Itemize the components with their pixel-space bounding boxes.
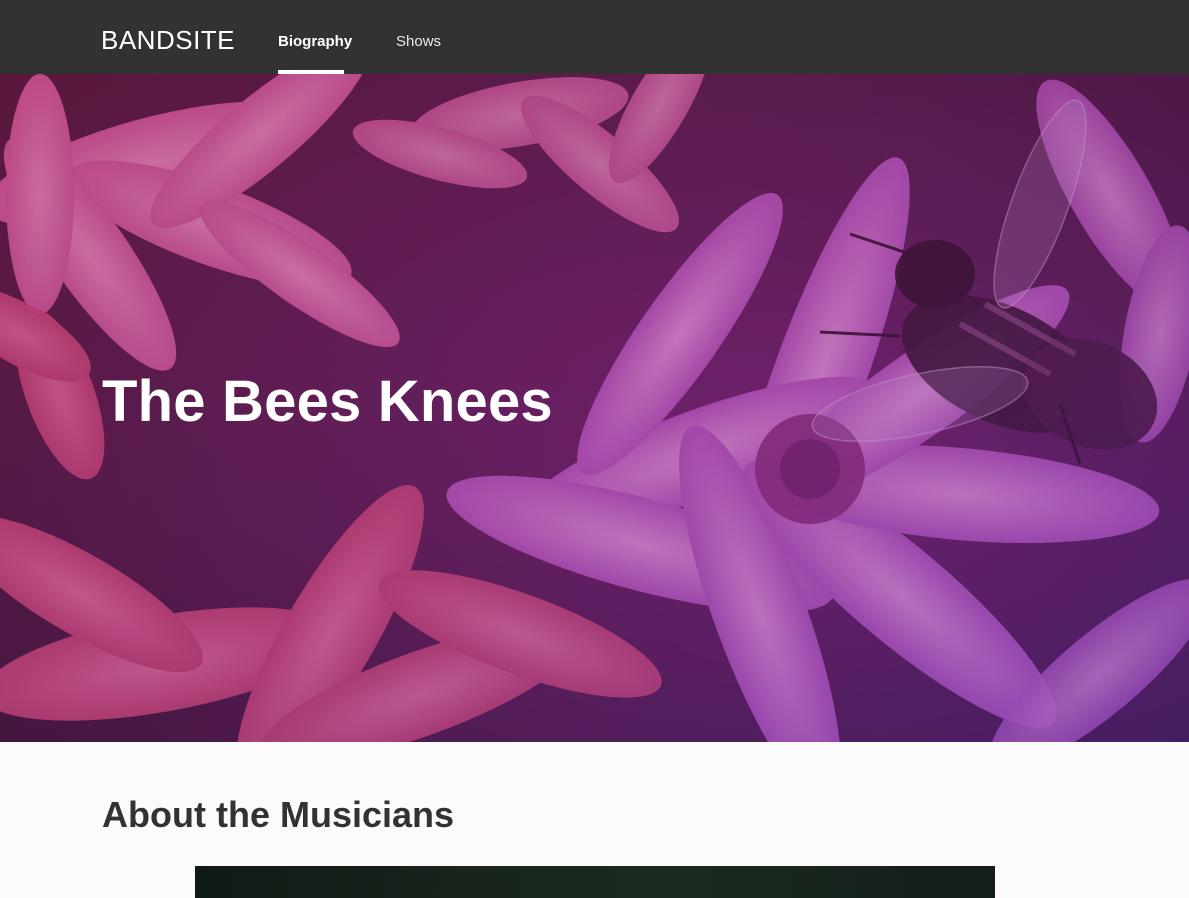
nav-link-biography[interactable]: Biography: [278, 32, 352, 52]
band-photo: [195, 866, 995, 898]
hero-section: The Bees Knees: [0, 74, 1189, 742]
nav-link-shows[interactable]: Shows: [396, 32, 441, 52]
site-logo[interactable]: BANDSITE: [101, 24, 235, 56]
hero-title: The Bees Knees: [102, 369, 553, 434]
about-heading: About the Musicians: [102, 794, 455, 835]
site-header: BANDSITE Biography Shows: [0, 0, 1189, 74]
